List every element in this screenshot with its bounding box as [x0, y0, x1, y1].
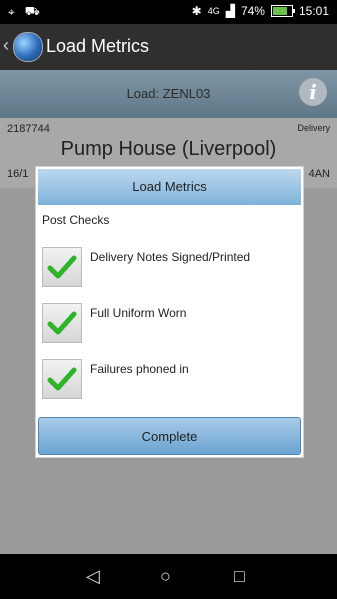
check-label: Full Uniform Worn: [90, 306, 187, 320]
battery-icon: [270, 5, 295, 17]
checkbox-failures[interactable]: [42, 359, 82, 399]
info-icon[interactable]: i: [299, 78, 327, 106]
item-name: Pump House (Liverpool): [60, 138, 277, 160]
location-icon: ⌖: [8, 4, 15, 19]
item-date: 16/1: [7, 168, 29, 180]
load-label: Load: ZENL03: [126, 86, 211, 101]
checkbox-uniform[interactable]: [42, 303, 82, 343]
app-title: Load Metrics: [46, 36, 150, 56]
status-right: ✱ 4G ▟ 74% 15:01: [192, 4, 329, 18]
bluetooth-icon: ✱: [191, 4, 202, 18]
checkbox-delivery-notes[interactable]: [42, 247, 82, 287]
car-icon: ⛟: [24, 4, 40, 18]
complete-button[interactable]: Complete: [38, 417, 301, 455]
network-type: 4G: [207, 6, 220, 16]
nav-back-icon[interactable]: ◁: [86, 566, 100, 587]
dialog-title: Load Metrics: [38, 169, 301, 205]
status-left: ⌖ ⛟: [8, 4, 40, 20]
check-label: Delivery Notes Signed/Printed: [90, 250, 251, 264]
navigation-bar: ◁ ○ □: [0, 554, 337, 599]
item-postcode: 4AN: [308, 168, 330, 180]
checkmark-icon: [47, 255, 77, 279]
app-bar: ‹ Load Metrics: [0, 24, 337, 70]
load-header: Load: ZENL03 i: [0, 70, 337, 118]
back-chevron-icon[interactable]: ‹: [3, 35, 9, 56]
check-label: Failures phoned in: [90, 362, 189, 376]
item-type: Delivery: [297, 123, 330, 133]
load-metrics-dialog: Load Metrics Post Checks Delivery Notes …: [35, 166, 304, 458]
app-logo-globe-icon[interactable]: [13, 32, 43, 62]
checkmark-icon: [47, 367, 77, 391]
signal-icon: ▟: [225, 4, 235, 18]
clock: 15:01: [298, 4, 329, 18]
item-id: 2187744: [7, 123, 50, 135]
checkmark-icon: [47, 311, 77, 335]
battery-percent: 74%: [240, 4, 265, 18]
nav-recents-icon[interactable]: □: [234, 566, 245, 587]
nav-home-icon[interactable]: ○: [160, 566, 171, 587]
section-label: Post Checks: [42, 213, 110, 227]
status-bar: ⌖ ⛟ ✱ 4G ▟ 74% 15:01: [0, 0, 337, 24]
